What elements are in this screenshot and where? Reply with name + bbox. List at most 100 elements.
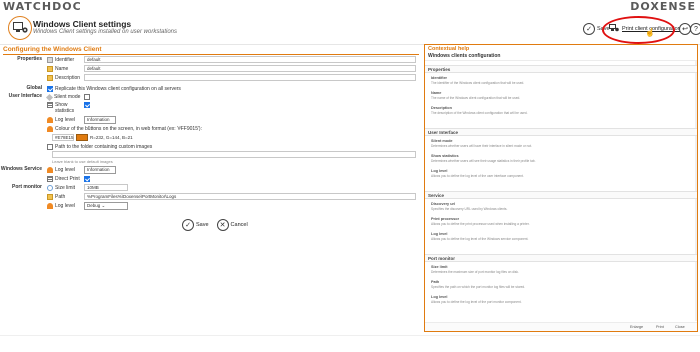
help-item-title: Log level <box>431 232 448 236</box>
replicate-row: Replicate this Windows client configurat… <box>47 85 181 93</box>
paint-icon <box>47 126 53 132</box>
help-item: Description The description of the Window… <box>431 106 693 115</box>
help-item-desc: The identifier of the Windows client con… <box>431 81 525 85</box>
direct-print-row: Direct Print <box>47 175 80 183</box>
help-item: Identifier The identifier of the Windows … <box>431 76 693 85</box>
chevron-down-icon: ⌄ <box>101 203 106 208</box>
help-item-title: Description <box>431 106 452 110</box>
help-item-desc: Determines whether users will see their … <box>431 159 536 163</box>
replicate-label: Replicate this Windows client configurat… <box>55 86 181 92</box>
help-item-desc: Allows you to define the log level of th… <box>431 174 524 178</box>
printer-icon <box>47 176 53 182</box>
close-button[interactable]: Close <box>675 325 685 329</box>
form-save-label: Save <box>196 222 209 228</box>
help-section-user-interface: User Interface <box>425 128 697 136</box>
identifier-field[interactable]: default <box>84 56 416 63</box>
help-item-title: Show statistics <box>431 154 459 158</box>
help-title: Contextual help <box>428 46 470 52</box>
silent-mode-label: Silent mode <box>54 94 81 100</box>
pencil-icon <box>45 93 54 101</box>
page-header: Windows Client settings Windows Client s… <box>0 15 700 43</box>
help-item-desc: Determines the maximum size of port moni… <box>431 270 519 274</box>
name-field[interactable]: default <box>84 65 416 72</box>
custom-images-row: Path to the folder containing custom ima… <box>47 143 152 151</box>
help-item-desc: Specifies the path on which the port mon… <box>431 285 526 289</box>
form-actions: ✓ Save ✕ Cancel <box>182 219 256 231</box>
help-item-title: Path <box>431 280 440 284</box>
help-subtitle: Windows clients configuration <box>428 53 501 59</box>
description-label: Description <box>55 75 81 81</box>
check-icon: ✓ <box>583 23 595 35</box>
folder-icon <box>47 66 53 72</box>
help-item: Name The name of the Windows client confi… <box>431 91 693 100</box>
ui-log-level-label: Log level <box>55 117 76 123</box>
statistics-label: statistics <box>55 108 75 114</box>
help-button[interactable]: ? <box>690 22 700 36</box>
brand-bar: WATCHDOC DOXENSE <box>0 0 700 14</box>
log-level-icon <box>47 117 53 123</box>
global-group-label: Global <box>26 85 42 91</box>
help-item: Path Specifies the path on which the port… <box>431 280 693 289</box>
help-item-title: Log level <box>431 169 448 173</box>
custom-images-path-field[interactable] <box>52 151 416 158</box>
windows-client-icon <box>8 16 32 40</box>
help-item: Log level Allows you to define the log le… <box>431 232 693 241</box>
ui-log-level-select[interactable]: Information ⌄ <box>84 116 116 128</box>
direct-print-label: Direct Print <box>55 176 80 182</box>
replicate-checkbox[interactable] <box>47 86 53 92</box>
pm-log-level-label: Log level <box>55 203 76 209</box>
identifier-row: Identifier <box>47 56 74 64</box>
help-item-desc: Specifies the discovery URL used by Wind… <box>431 207 508 211</box>
colour-label: Colour of the buttons on the screen, in … <box>55 126 202 132</box>
silent-mode-checkbox[interactable] <box>84 94 90 100</box>
name-row: Name <box>47 65 68 73</box>
pm-log-level-row: Log level <box>47 202 75 210</box>
size-limit-field[interactable]: 10MB <box>84 184 128 191</box>
colour-field[interactable]: #E78E15 <box>52 134 74 141</box>
form-save-button[interactable]: ✓ Save <box>182 219 209 231</box>
help-item-title: Print processor <box>431 217 460 221</box>
help-item-title: Discovery url <box>431 202 456 206</box>
port-monitor-group-label: Port monitor <box>12 184 42 190</box>
help-section-title: User Interface <box>428 130 459 135</box>
help-item: Silent mode Determines whether users will… <box>431 139 693 148</box>
help-footer: Enlarge Print Close <box>425 322 697 331</box>
path-row: Path <box>47 193 65 201</box>
help-item-desc: Allows you to define the log level of th… <box>431 300 522 304</box>
help-item: Size limit Determines the maximum size of… <box>431 265 693 274</box>
service-log-level-select[interactable]: Information ⌄ <box>84 166 116 178</box>
section-title: Configuring the Windows Client <box>3 46 102 53</box>
size-limit-label: Size limit <box>55 185 76 191</box>
bottom-divider <box>0 335 700 336</box>
doxense-logo: DOXENSE <box>630 0 696 13</box>
statistics-row: statistics <box>55 107 74 115</box>
statistics-icon <box>47 102 53 108</box>
pm-log-level-select[interactable]: Debug ⌄ <box>84 202 128 210</box>
help-item: Show statistics Determines whether users … <box>431 154 693 163</box>
section-rule <box>3 54 419 55</box>
page-subtitle: Windows Client settings installed on use… <box>33 29 178 35</box>
hand-cursor-icon: ☝ <box>645 28 655 37</box>
enlarge-button[interactable]: Enlarge <box>630 325 643 329</box>
colour-swatch[interactable] <box>76 134 88 141</box>
show-statistics-checkbox[interactable] <box>84 102 90 108</box>
help-item: Discovery url Specifies the discovery URL… <box>431 202 693 211</box>
help-item-desc: Allows you to define the print processor… <box>431 222 530 226</box>
form-cancel-button[interactable]: ✕ Cancel <box>216 219 248 231</box>
log-level-icon <box>47 203 53 209</box>
help-item-title: Log level <box>431 295 448 299</box>
direct-print-checkbox[interactable] <box>84 176 90 182</box>
help-item-desc: The description of the Windows client co… <box>431 111 528 115</box>
service-log-level-value: Information <box>87 167 110 172</box>
custom-images-label: Path to the folder containing custom ima… <box>55 144 153 150</box>
watchdoc-logo: WATCHDOC <box>3 0 82 13</box>
path-field[interactable]: %ProgramFiles%\Doxense\PortMonitor\Logs <box>84 193 416 200</box>
custom-images-hint: Leave blank to use default images <box>52 159 113 164</box>
folder-icon <box>47 194 53 200</box>
ui-log-level-row: Log level <box>47 116 75 124</box>
description-field[interactable] <box>84 74 416 81</box>
print-button[interactable]: Print <box>656 325 664 329</box>
page-title: Windows Client settings <box>33 19 132 29</box>
pm-log-level-value: Debug <box>87 203 101 208</box>
document-icon <box>47 144 53 150</box>
